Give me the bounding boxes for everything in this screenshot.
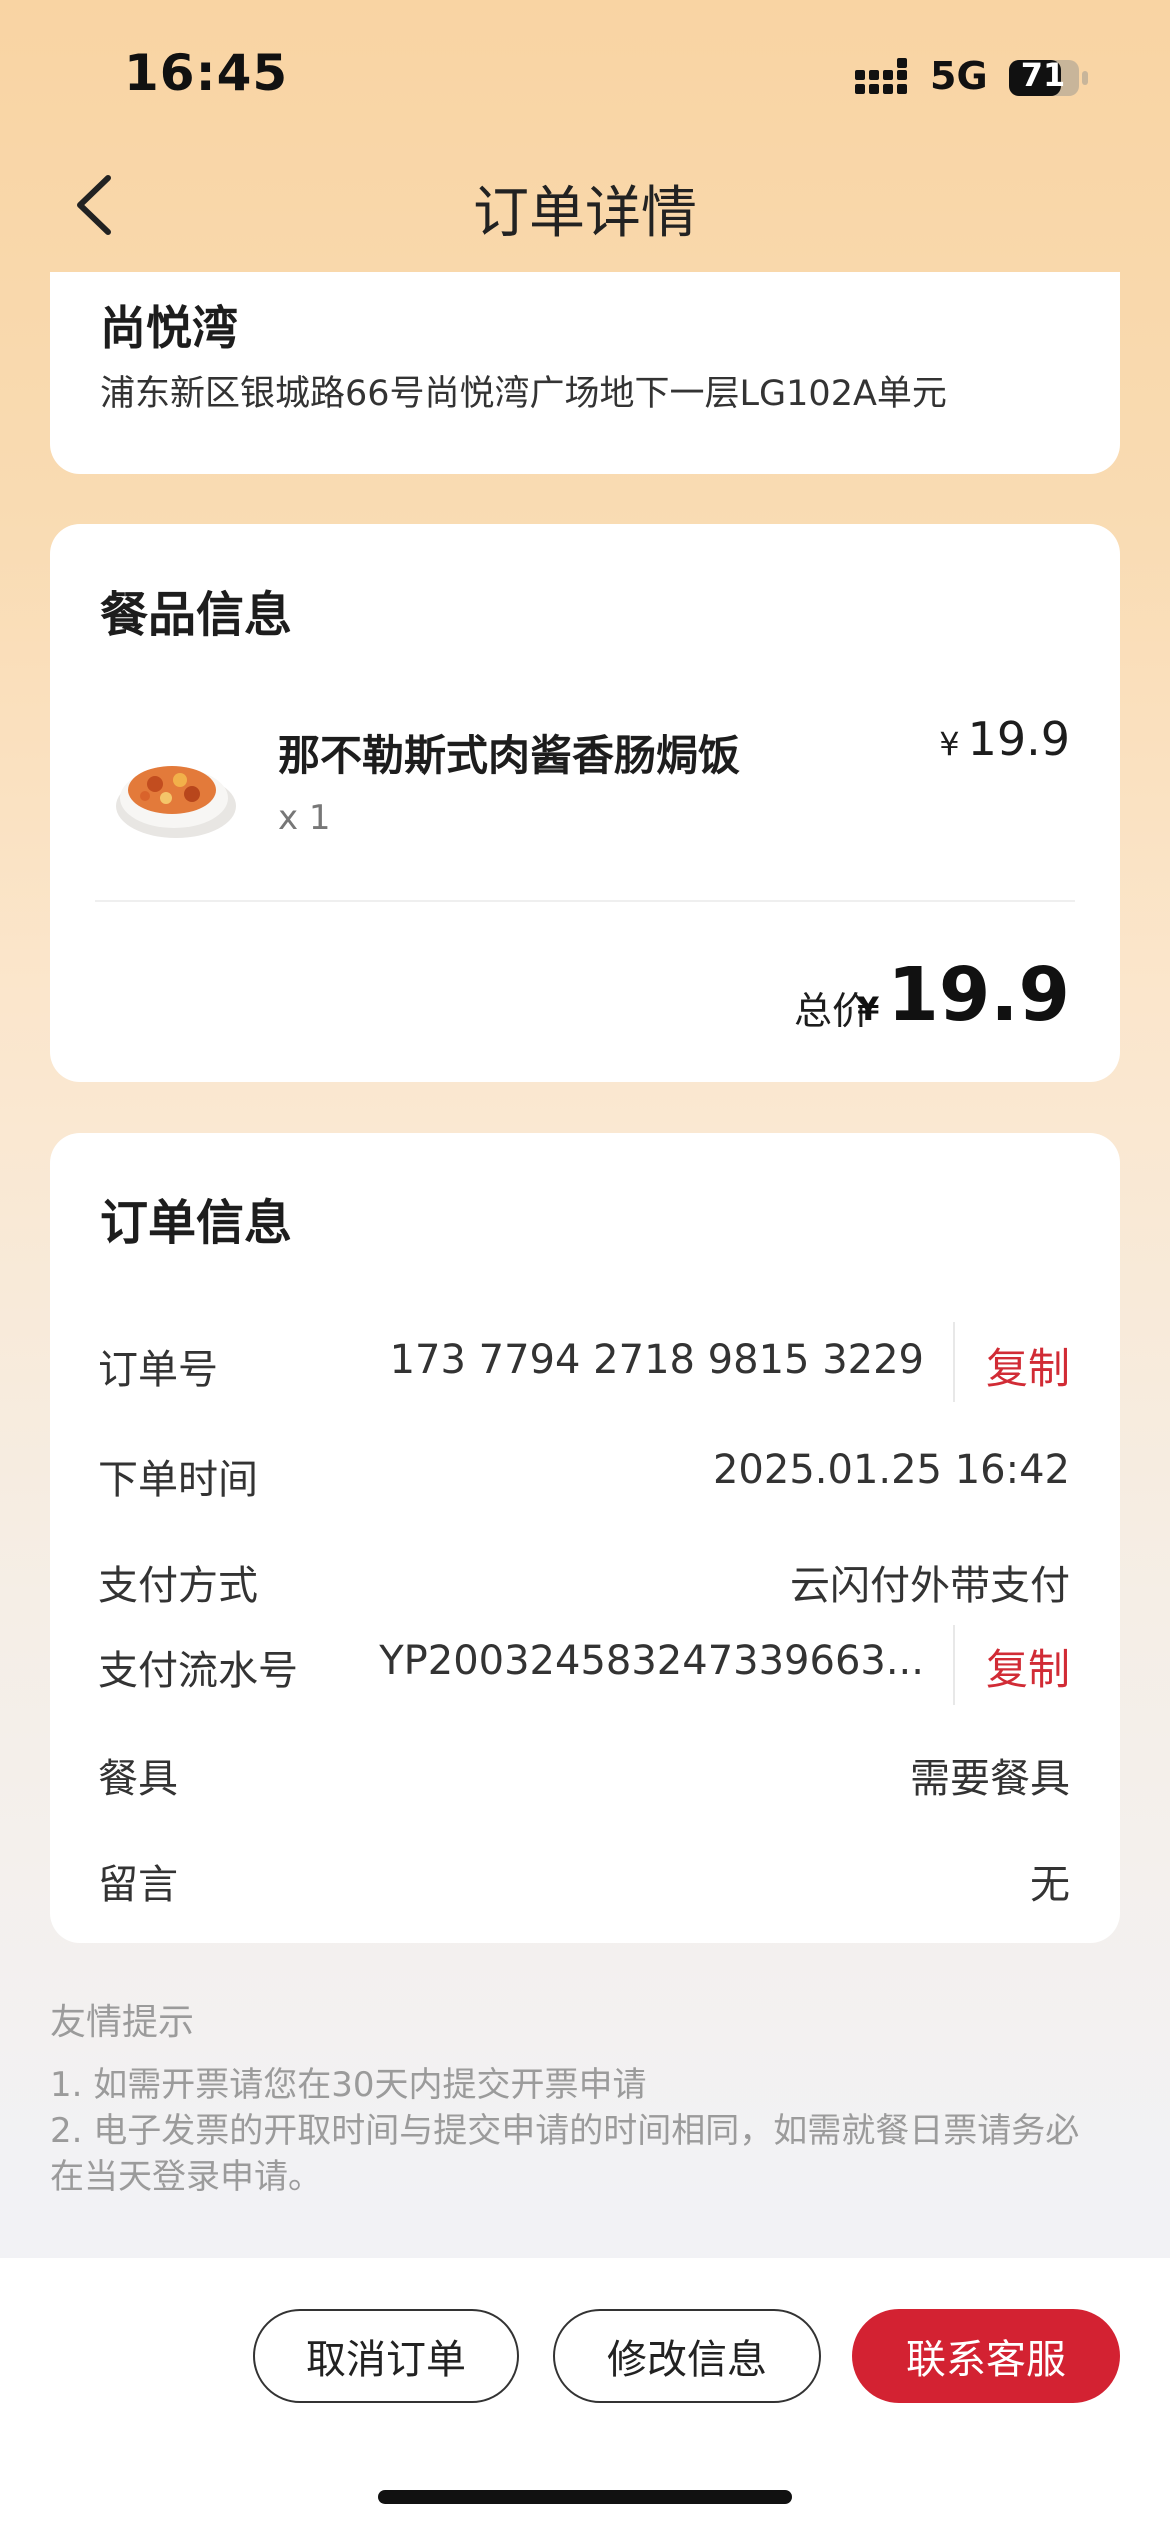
copy-order-number-button[interactable]: 复制 bbox=[986, 1335, 1070, 1396]
food-image bbox=[116, 766, 236, 838]
total-price: ¥19.9 bbox=[857, 952, 1070, 1038]
modify-info-button[interactable]: 修改信息 bbox=[553, 2309, 821, 2403]
food-item-price: ¥19.9 bbox=[939, 712, 1070, 766]
order-time-value: 2025.01.25 16:42 bbox=[712, 1447, 1070, 1493]
divider bbox=[953, 1625, 955, 1705]
home-indicator bbox=[378, 2490, 792, 2504]
tableware-label: 餐具 bbox=[98, 1756, 178, 1802]
store-address: 浦东新区银城路66号尚悦湾广场地下一层LG102A单元 bbox=[100, 374, 947, 414]
total-value: 19.9 bbox=[887, 952, 1070, 1038]
tip-line: 1. 如需开票请您在30天内提交开票申请 bbox=[50, 2065, 647, 2105]
page-title: 订单详情 bbox=[473, 181, 697, 246]
payment-serial-label: 支付流水号 bbox=[98, 1648, 298, 1694]
contact-service-button[interactable]: 联系客服 bbox=[852, 2309, 1120, 2403]
tableware-value: 需要餐具 bbox=[910, 1756, 1070, 1802]
order-section-title: 订单信息 bbox=[100, 1195, 293, 1251]
payment-serial-value: YP20032458324733966​3... bbox=[379, 1638, 924, 1684]
food-item-name: 那不勒斯式肉酱香肠焗饭 bbox=[278, 731, 741, 780]
order-card bbox=[50, 1133, 1120, 1943]
copy-payment-serial-button[interactable]: 复制 bbox=[986, 1636, 1070, 1697]
divider bbox=[95, 900, 1075, 902]
cancel-order-button[interactable]: 取消订单 bbox=[253, 2309, 519, 2403]
payment-method-label: 支付方式 bbox=[98, 1563, 258, 1609]
divider bbox=[953, 1322, 955, 1402]
tip-line: 2. 电子发票的开取时间与提交申请的时间相同，如需就餐日票请务必在当天登录申请。 bbox=[50, 2111, 1080, 2197]
network-type: 5G bbox=[930, 54, 988, 98]
currency-symbol: ¥ bbox=[939, 725, 960, 763]
store-name: 尚悦湾 bbox=[100, 301, 238, 355]
order-number-value: 173 7794 2718 9815 3229 bbox=[389, 1337, 924, 1383]
payment-method-value: 云闪付外带支付 bbox=[790, 1563, 1070, 1609]
note-label: 留言 bbox=[98, 1862, 178, 1908]
tips-title: 友情提示 bbox=[50, 2002, 195, 2043]
currency-symbol: ¥ bbox=[857, 990, 880, 1028]
status-time: 16:45 bbox=[124, 44, 289, 102]
signal-icon bbox=[855, 58, 907, 94]
food-item-quantity: x 1 bbox=[278, 798, 331, 838]
price-value: 19.9 bbox=[967, 712, 1070, 766]
note-value: 无 bbox=[1030, 1862, 1070, 1908]
food-section-title: 餐品信息 bbox=[100, 587, 293, 643]
order-time-label: 下单时间 bbox=[98, 1457, 258, 1503]
order-number-label: 订单号 bbox=[98, 1347, 218, 1393]
battery-level: 71 bbox=[1020, 56, 1066, 94]
